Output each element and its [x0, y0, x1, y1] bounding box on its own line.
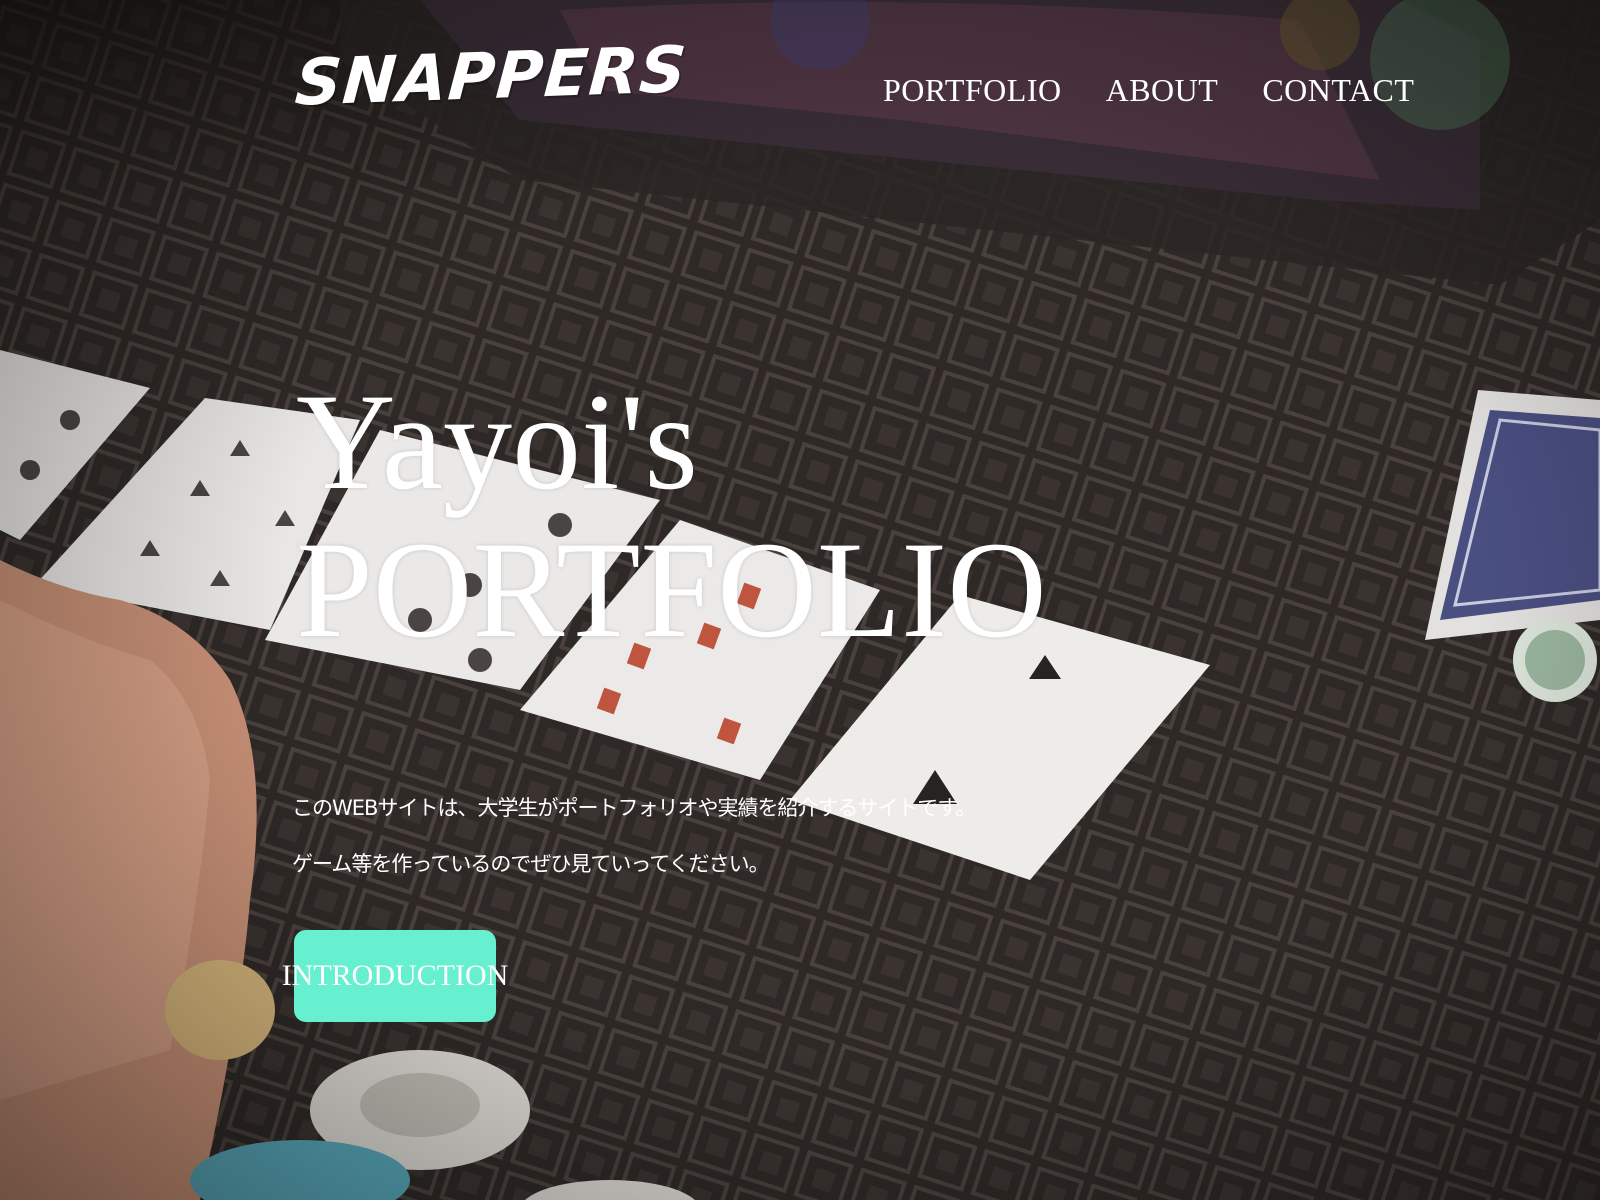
hero-title-line2: PORTFOLIO	[296, 513, 1047, 666]
nav-portfolio[interactable]: PORTFOLIO	[883, 72, 1062, 109]
site-logo[interactable]: SNAPPERS	[293, 33, 689, 121]
introduction-button[interactable]: INTRODUCTION	[282, 930, 508, 1022]
hero-description: このWEBサイトは、大学生がポートフォリオや実績を紹介するサイトです。 ゲーム等…	[292, 796, 976, 908]
hero-title: Yayoi's PORTFOLIO	[296, 368, 1047, 664]
nav-contact[interactable]: CONTACT	[1262, 72, 1414, 109]
hero-title-line1: Yayoi's	[296, 365, 699, 518]
hero-description-line1: このWEBサイトは、大学生がポートフォリオや実績を紹介するサイトです。	[292, 796, 976, 820]
nav-about[interactable]: ABOUT	[1106, 72, 1219, 109]
hero-description-line2: ゲーム等を作っているのでぜひ見ていってください。	[292, 852, 770, 876]
main-nav: PORTFOLIO ABOUT CONTACT	[883, 72, 1414, 109]
